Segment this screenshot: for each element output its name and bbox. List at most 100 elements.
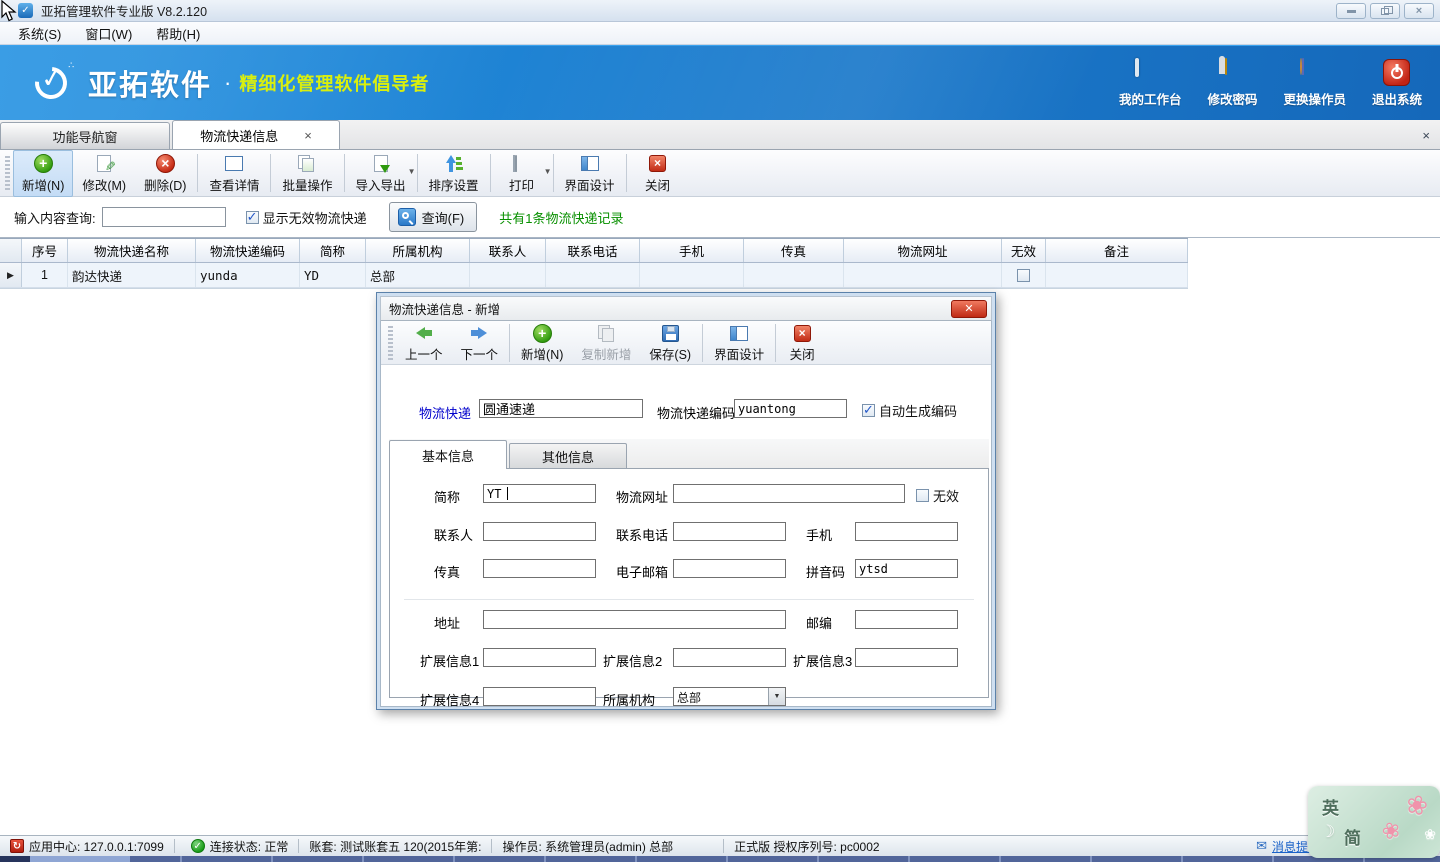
previous-record-button[interactable]: 上一个 — [396, 319, 452, 366]
mobile-input[interactable] — [855, 522, 958, 541]
basic-info-panel: 简称 物流网址 无效 联系人 联系电话 — [389, 468, 989, 698]
tab-basic-info[interactable]: 基本信息 — [389, 440, 507, 469]
dialog-ui-design-button[interactable]: 界面设计 — [705, 319, 773, 366]
sort-icon — [445, 155, 463, 173]
url-input[interactable] — [673, 484, 905, 503]
col-mobile[interactable]: 手机 — [640, 239, 744, 262]
delete-icon: × — [156, 154, 175, 173]
minimize-icon — [1347, 10, 1356, 13]
dialog-close-toolbar-button[interactable]: × 关闭 — [778, 319, 826, 366]
restore-button[interactable] — [1370, 3, 1400, 19]
next-record-button[interactable]: 下一个 — [452, 319, 508, 366]
ext4-input[interactable] — [483, 687, 596, 706]
close-icon: × — [794, 325, 811, 342]
combo-dropdown-button[interactable]: ▼ — [768, 688, 785, 705]
phone-input[interactable] — [673, 522, 786, 541]
row-selector[interactable]: ▶ — [0, 263, 22, 287]
col-abbr[interactable]: 简称 — [300, 239, 366, 262]
query-button[interactable]: 查询(F) — [389, 202, 478, 232]
auto-code-label: 自动生成编码 — [879, 401, 957, 420]
batch-operation-button[interactable]: 批量操作 — [273, 150, 341, 197]
logistics-code-input[interactable] — [734, 399, 847, 418]
delete-button[interactable]: × 删除(D) — [135, 150, 195, 197]
dialog-close-button[interactable]: ✕ — [951, 300, 987, 318]
app-icon: ✓ — [18, 3, 33, 18]
dialog-add-button[interactable]: + 新增(N) — [512, 319, 572, 366]
window-controls: × — [1336, 3, 1434, 19]
col-org[interactable]: 所属机构 — [366, 239, 470, 262]
auto-code-checkbox[interactable] — [862, 404, 875, 417]
fax-label: 传真 — [434, 562, 460, 581]
dialog-title-bar[interactable]: 物流快递信息 - 新增 ✕ — [380, 296, 992, 321]
close-button[interactable]: × — [1404, 3, 1434, 19]
ime-language-indicator[interactable]: 英 — [1322, 794, 1339, 819]
col-url[interactable]: 物流网址 — [844, 239, 1002, 262]
show-invalid-checkbox-group[interactable]: 显示无效物流快递 — [246, 208, 367, 227]
menu-system[interactable]: 系统(S) — [6, 22, 73, 45]
fax-input[interactable] — [483, 559, 596, 578]
contact-input[interactable] — [483, 522, 596, 541]
tabstrip-close-icon[interactable]: × — [1422, 128, 1430, 143]
ui-design-button[interactable]: 界面设计 — [556, 150, 624, 197]
exit-system-button[interactable]: 退出系统 — [1372, 59, 1422, 108]
zip-label: 邮编 — [806, 613, 832, 632]
zip-input[interactable] — [855, 610, 958, 629]
tab-other-info[interactable]: 其他信息 — [509, 443, 627, 469]
view-detail-button[interactable]: 查看详情 — [200, 150, 268, 197]
copy-add-button[interactable]: 复制新增 — [572, 319, 640, 366]
modify-button[interactable]: ✎ 修改(M) — [73, 150, 135, 197]
dropdown-arrow-icon[interactable]: ▼ — [544, 167, 552, 176]
col-name[interactable]: 物流快递名称 — [68, 239, 196, 262]
print-button[interactable]: 打印 ▼ — [493, 150, 551, 197]
col-code[interactable]: 物流快递编码 — [196, 239, 300, 262]
invalid-checkbox[interactable] — [916, 489, 929, 502]
change-password-button[interactable]: 修改密码 — [1207, 59, 1257, 108]
col-seq[interactable]: 序号 — [22, 239, 68, 262]
menu-bar: 系统(S) 窗口(W) 帮助(H) — [0, 22, 1440, 45]
email-label: 电子邮箱 — [616, 562, 668, 581]
ext1-input[interactable] — [483, 648, 596, 667]
tab-logistics-info[interactable]: 物流快递信息 × — [172, 120, 340, 149]
address-input[interactable] — [483, 610, 786, 629]
menu-window[interactable]: 窗口(W) — [73, 22, 144, 45]
ext2-input[interactable] — [673, 648, 786, 667]
tab-function-nav[interactable]: 功能导航窗 — [0, 122, 170, 149]
close-tab-button[interactable]: × 关闭 — [629, 150, 687, 197]
minimize-button[interactable] — [1336, 3, 1366, 19]
contact-label: 联系人 — [434, 525, 473, 544]
dropdown-arrow-icon[interactable]: ▼ — [408, 167, 416, 176]
save-button[interactable]: 保存(S) — [640, 319, 700, 366]
flower-icon: ❀ — [1424, 826, 1436, 843]
restore-icon — [1381, 8, 1389, 15]
tab-close-icon[interactable]: × — [304, 128, 312, 143]
brand-logo: ✓∴ 亚拓软件 · 精细化管理软件倡导者 — [32, 62, 429, 104]
email-input[interactable] — [673, 559, 786, 578]
col-invalid[interactable]: 无效 — [1002, 239, 1046, 262]
show-invalid-checkbox[interactable] — [246, 211, 259, 224]
col-remark[interactable]: 备注 — [1046, 239, 1188, 262]
menu-help[interactable]: 帮助(H) — [144, 22, 212, 45]
search-input[interactable] — [102, 207, 226, 227]
table-row[interactable]: ▶ 1 韵达快递 yunda YD 总部 — [0, 263, 1188, 288]
separator — [197, 154, 198, 192]
org-combobox[interactable]: 总部 ▼ — [673, 687, 786, 706]
ime-mode-indicator[interactable]: 简 — [1344, 824, 1361, 849]
col-phone[interactable]: 联系电话 — [546, 239, 640, 262]
auto-code-checkbox-group[interactable]: 自动生成编码 — [862, 401, 957, 420]
col-fax[interactable]: 传真 — [744, 239, 844, 262]
ime-toolbar[interactable]: ❀ ❀ ❀ 英 ☽ 简 — [1308, 786, 1440, 858]
import-export-button[interactable]: 导入导出 ▼ — [347, 150, 415, 197]
my-workbench-button[interactable]: 我的工作台 — [1119, 60, 1182, 108]
abbr-input[interactable] — [483, 484, 596, 503]
col-contact[interactable]: 联系人 — [470, 239, 546, 262]
ext3-input[interactable] — [855, 648, 958, 667]
sort-settings-button[interactable]: 排序设置 — [420, 150, 488, 197]
account-status: 账套: 测试账套五 120(2015年第: — [299, 838, 491, 855]
switch-operator-button[interactable]: 更换操作员 — [1283, 59, 1346, 108]
monitor-icon — [1135, 60, 1165, 86]
row-invalid-checkbox[interactable] — [1017, 269, 1030, 282]
invalid-checkbox-group[interactable]: 无效 — [916, 486, 959, 505]
pinyin-input[interactable] — [855, 559, 958, 578]
add-button[interactable]: + 新增(N) — [13, 150, 73, 197]
logistics-name-input[interactable] — [479, 399, 643, 418]
